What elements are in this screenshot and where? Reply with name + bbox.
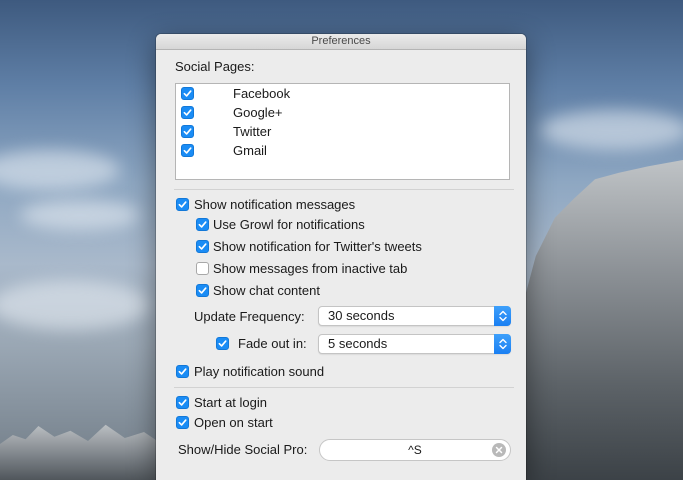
social-pages-list[interactable]: Facebook Google+ Twitter Gmail: [175, 83, 510, 180]
play-sound-checkbox[interactable]: [176, 365, 189, 378]
divider: [174, 387, 514, 388]
inactive-tab-checkbox[interactable]: [196, 262, 209, 275]
cloud: [540, 110, 683, 150]
update-frequency-label: Update Frequency:: [194, 309, 305, 324]
fade-out-checkbox[interactable]: [216, 337, 229, 350]
twitter-checkbox[interactable]: [181, 125, 194, 138]
play-sound-label[interactable]: Play notification sound: [194, 364, 324, 379]
window-title[interactable]: Preferences: [156, 34, 526, 50]
open-on-start-label[interactable]: Open on start: [194, 415, 273, 430]
show-notification-messages-checkbox[interactable]: [176, 198, 189, 211]
clear-icon[interactable]: [492, 443, 506, 457]
check-icon: [198, 221, 207, 228]
inactive-tab-label[interactable]: Show messages from inactive tab: [213, 261, 407, 276]
check-icon: [198, 287, 207, 294]
check-icon: [218, 340, 227, 347]
shortcut-recorder-field[interactable]: ^S: [319, 439, 511, 461]
list-item: Twitter: [233, 124, 272, 139]
shortcut-label: Show/Hide Social Pro:: [178, 442, 308, 457]
use-growl-checkbox[interactable]: [196, 218, 209, 231]
shortcut-value: ^S: [408, 443, 422, 457]
open-on-start-checkbox[interactable]: [176, 416, 189, 429]
cloud: [0, 150, 120, 190]
fade-out-label[interactable]: Fade out in:: [238, 336, 307, 351]
fade-out-value: 5 seconds: [328, 336, 388, 351]
social-pages-heading: Social Pages:: [175, 59, 255, 74]
divider: [174, 189, 514, 190]
check-icon: [183, 90, 192, 97]
twitter-tweets-label[interactable]: Show notification for Twitter's tweets: [213, 239, 422, 254]
fade-out-select[interactable]: 5 seconds: [318, 334, 511, 354]
chat-content-label[interactable]: Show chat content: [213, 283, 320, 298]
check-icon: [178, 399, 187, 406]
cloud: [0, 280, 150, 330]
check-icon: [183, 147, 192, 154]
mountain-left: [0, 424, 160, 480]
start-at-login-checkbox[interactable]: [176, 396, 189, 409]
show-notification-messages-label[interactable]: Show notification messages: [194, 197, 355, 212]
check-icon: [183, 128, 192, 135]
update-frequency-value: 30 seconds: [328, 308, 395, 323]
preferences-window: Preferences Social Pages: Facebook Googl…: [156, 34, 526, 480]
check-icon: [183, 109, 192, 116]
use-growl-label[interactable]: Use Growl for notifications: [213, 217, 365, 232]
mountain-right: [523, 160, 683, 480]
check-icon: [178, 368, 187, 375]
popup-arrows-icon[interactable]: [494, 334, 511, 354]
cloud: [20, 200, 140, 230]
list-item: Google+: [233, 105, 283, 120]
check-icon: [198, 243, 207, 250]
check-icon: [178, 201, 187, 208]
start-at-login-label[interactable]: Start at login: [194, 395, 267, 410]
check-icon: [178, 419, 187, 426]
chat-content-checkbox[interactable]: [196, 284, 209, 297]
desktop-background: Preferences Social Pages: Facebook Googl…: [0, 0, 683, 480]
list-item: Facebook: [233, 86, 291, 101]
twitter-tweets-checkbox[interactable]: [196, 240, 209, 253]
popup-arrows-icon[interactable]: [494, 306, 511, 326]
google-plus-checkbox[interactable]: [181, 106, 194, 119]
gmail-checkbox[interactable]: [181, 144, 194, 157]
list-item: Gmail: [233, 143, 267, 158]
facebook-checkbox[interactable]: [181, 87, 194, 100]
update-frequency-select[interactable]: 30 seconds: [318, 306, 511, 326]
